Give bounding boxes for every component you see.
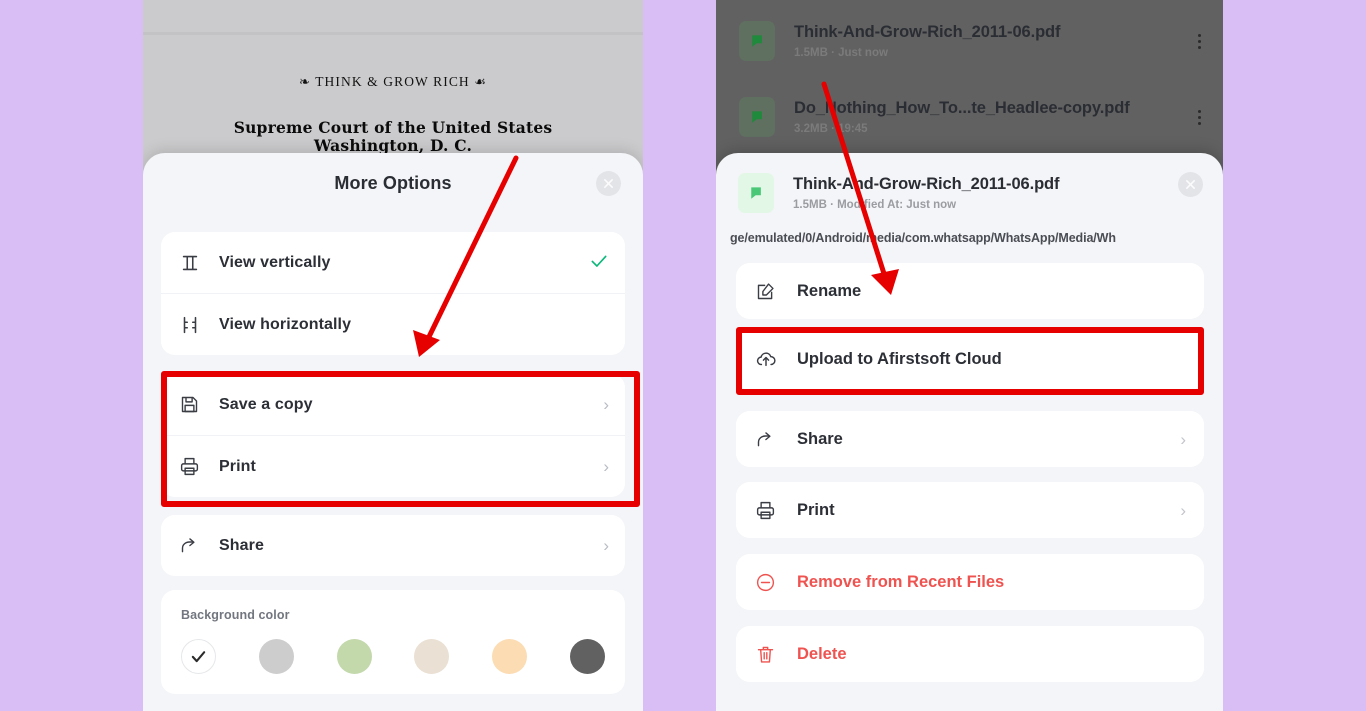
annotation-arrow-right [821, 81, 899, 295]
